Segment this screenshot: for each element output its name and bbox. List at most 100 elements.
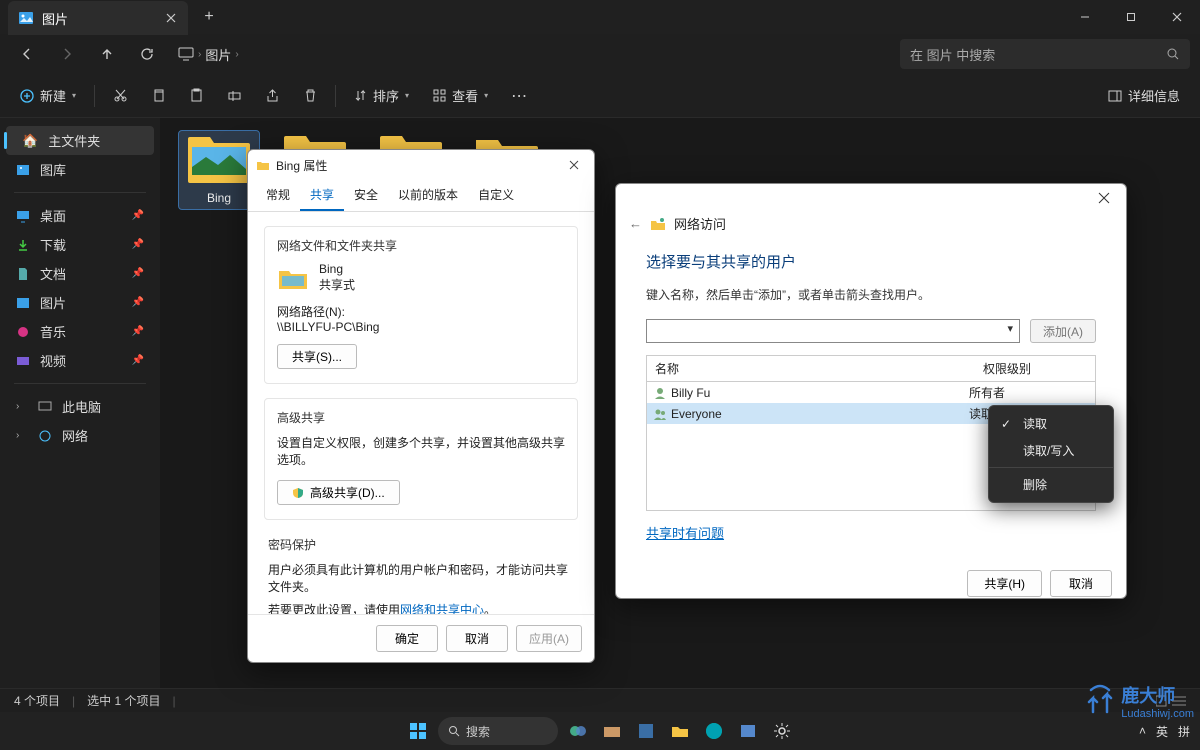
- add-button[interactable]: 添加(A): [1030, 319, 1096, 343]
- dialog-title-bar[interactable]: Bing 属性: [248, 150, 594, 180]
- up-button[interactable]: [90, 37, 124, 71]
- pin-icon: 📌: [132, 326, 144, 337]
- network-share-section: 网络文件和文件夹共享 Bing 共享式 网络路径(N): \\BILLYFU-P…: [264, 226, 578, 384]
- sidebar-thispc[interactable]: ›此电脑: [0, 392, 160, 421]
- start-button[interactable]: [404, 717, 432, 745]
- share-button[interactable]: 共享(H): [967, 570, 1042, 597]
- forward-button[interactable]: [50, 37, 84, 71]
- user-name: Everyone: [671, 407, 965, 421]
- sidebar-home[interactable]: 🏠主文件夹: [6, 126, 154, 155]
- refresh-button[interactable]: [130, 37, 164, 71]
- new-button[interactable]: 新建▾: [10, 80, 86, 111]
- task-app[interactable]: [632, 717, 660, 745]
- more-button[interactable]: ⋯: [502, 79, 536, 113]
- system-tray[interactable]: ˄ 英 拼: [1139, 723, 1190, 740]
- user-name: Billy Fu: [671, 386, 965, 400]
- apply-button[interactable]: 应用(A): [516, 625, 582, 652]
- chevron-icon: ›: [235, 49, 238, 60]
- video-icon: [16, 354, 30, 368]
- advanced-share-section: 高级共享 设置自定义权限，创建多个共享，并设置其他高级共享选项。 高级共享(D)…: [264, 398, 578, 520]
- ime-indicator[interactable]: 拼: [1178, 723, 1190, 740]
- music-icon: [16, 325, 30, 339]
- group-icon: [653, 407, 667, 421]
- home-icon: 🏠: [22, 133, 38, 149]
- dialog-header[interactable]: [616, 184, 1126, 212]
- col-name[interactable]: 名称: [647, 356, 975, 381]
- network-icon: [38, 429, 52, 443]
- minimize-button[interactable]: [1062, 0, 1108, 34]
- rename-button[interactable]: [217, 79, 251, 113]
- sort-button[interactable]: 排序▾: [344, 80, 419, 111]
- task-edge[interactable]: [700, 717, 728, 745]
- tab-close-icon[interactable]: [162, 9, 180, 27]
- password-desc: 用户必须具有此计算机的用户帐户和密码，才能访问共享文件夹。: [268, 561, 574, 595]
- tab-general[interactable]: 常规: [256, 180, 300, 211]
- tab-previous[interactable]: 以前的版本: [388, 180, 468, 211]
- task-app[interactable]: [598, 717, 626, 745]
- view-button[interactable]: 查看▾: [423, 80, 498, 111]
- share-button[interactable]: 共享(S)...: [277, 344, 357, 369]
- table-row[interactable]: Billy Fu 所有者: [647, 382, 1095, 403]
- sidebar-pictures[interactable]: 图片📌: [0, 288, 160, 317]
- tab-custom[interactable]: 自定义: [468, 180, 524, 211]
- sidebar-downloads[interactable]: 下载📌: [0, 230, 160, 259]
- share-button[interactable]: [255, 79, 289, 113]
- sidebar-gallery[interactable]: 图库: [0, 155, 160, 184]
- dialog-tabs: 常规 共享 安全 以前的版本 自定义: [248, 180, 594, 212]
- task-app[interactable]: [734, 717, 762, 745]
- lang-indicator[interactable]: 英: [1156, 723, 1168, 740]
- folder-label: Bing: [207, 191, 231, 205]
- network-center-link[interactable]: 网络和共享中心: [400, 603, 484, 614]
- sidebar-desktop[interactable]: 桌面📌: [0, 201, 160, 230]
- col-permission[interactable]: 权限级别: [975, 356, 1095, 381]
- maximize-button[interactable]: [1108, 0, 1154, 34]
- cut-button[interactable]: [103, 79, 137, 113]
- new-tab-button[interactable]: +: [194, 2, 224, 32]
- task-settings[interactable]: [768, 717, 796, 745]
- pin-icon: 📌: [132, 239, 144, 250]
- paste-button[interactable]: [179, 79, 213, 113]
- window-tab[interactable]: 图片: [8, 1, 188, 35]
- back-icon[interactable]: ←: [629, 216, 642, 231]
- tray-chevron-icon[interactable]: ˄: [1139, 724, 1146, 738]
- ok-button[interactable]: 确定: [376, 625, 438, 652]
- breadcrumb[interactable]: › 图片 ›: [178, 45, 239, 64]
- delete-button[interactable]: [293, 79, 327, 113]
- share-status: 共享式: [319, 276, 355, 293]
- cancel-button[interactable]: 取消: [1050, 570, 1112, 597]
- chevron-icon: ›: [198, 49, 201, 60]
- advanced-share-button[interactable]: 高级共享(D)...: [277, 480, 400, 505]
- menu-read[interactable]: ✓读取: [989, 410, 1113, 437]
- tab-security[interactable]: 安全: [344, 180, 388, 211]
- close-window-button[interactable]: [1154, 0, 1200, 34]
- close-button[interactable]: [1090, 184, 1118, 212]
- network-icon: [650, 217, 666, 231]
- section-desc: 设置自定义权限，创建多个共享，并设置其他高级共享选项。: [277, 434, 565, 468]
- taskbar-search[interactable]: 搜索: [438, 717, 558, 745]
- task-app[interactable]: [564, 717, 592, 745]
- item-count: 4 个项目: [14, 692, 60, 709]
- search-input[interactable]: 在 图片 中搜索: [900, 39, 1190, 69]
- user-combo[interactable]: [646, 319, 1020, 343]
- sidebar-videos[interactable]: 视频📌: [0, 346, 160, 375]
- cancel-button[interactable]: 取消: [446, 625, 508, 652]
- task-explorer[interactable]: [666, 717, 694, 745]
- dialog-title: Bing 属性: [276, 157, 327, 174]
- close-button[interactable]: [562, 153, 586, 177]
- dialog-breadcrumb: ← 网络访问: [616, 212, 1126, 235]
- sidebar-documents[interactable]: 文档📌: [0, 259, 160, 288]
- properties-dialog: Bing 属性 常规 共享 安全 以前的版本 自定义 网络文件和文件夹共享 Bi…: [247, 149, 595, 663]
- menu-readwrite[interactable]: 读取/写入: [989, 437, 1113, 464]
- pin-icon: 📌: [132, 210, 144, 221]
- pictures-icon: [16, 296, 30, 310]
- menu-remove[interactable]: 删除: [989, 471, 1113, 498]
- sidebar-music[interactable]: 音乐📌: [0, 317, 160, 346]
- breadcrumb-item[interactable]: 图片: [205, 45, 231, 64]
- copy-button[interactable]: [141, 79, 175, 113]
- sidebar-network[interactable]: ›网络: [0, 421, 160, 450]
- details-pane-button[interactable]: 详细信息: [1098, 80, 1190, 111]
- help-link[interactable]: 共享时有问题: [646, 526, 724, 541]
- tab-share[interactable]: 共享: [300, 180, 344, 211]
- back-button[interactable]: [10, 37, 44, 71]
- share-name: Bing: [319, 262, 355, 276]
